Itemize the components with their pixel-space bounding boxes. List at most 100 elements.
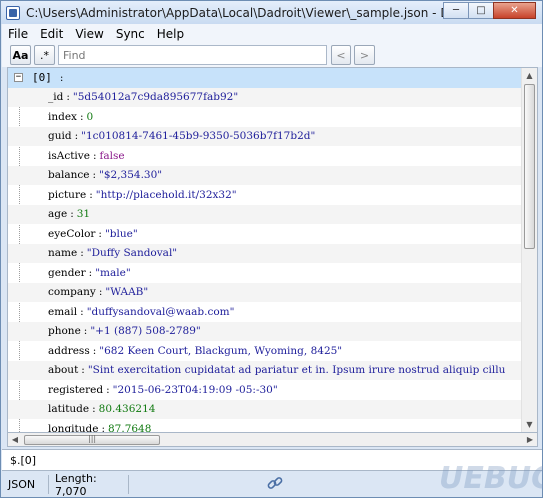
tree-row-value: "WAAB"	[105, 286, 149, 299]
tree-row-longitude[interactable]: longitude:87.7648	[8, 419, 522, 433]
collapse-icon[interactable]: −	[14, 73, 23, 83]
tree-row-value: false	[99, 149, 125, 162]
tree-row-value: "blue"	[104, 227, 138, 240]
tree-row-value: "1c010814-7461-45b9-9350-5036b7f17b2d"	[81, 130, 316, 143]
tree-row-key: isActive	[48, 149, 90, 162]
find-previous-button[interactable]: <	[331, 45, 351, 65]
tree-row-address[interactable]: address: "682 Keen Court, Blackgum, Wyomi…	[8, 341, 522, 361]
link-icon[interactable]	[267, 475, 283, 491]
grip-icon: |||	[88, 434, 97, 443]
maximize-icon: □	[476, 5, 486, 16]
tree-row-separator: :	[92, 149, 97, 162]
tree-row-registered[interactable]: registered: "2015-06-23T04:19:09 -05:-30"	[8, 380, 522, 400]
tree-row-value: "Sint exercitation cupidatat ad pariatur…	[87, 364, 506, 377]
tree-row-key: _id	[48, 91, 64, 104]
menu-edit[interactable]: Edit	[34, 27, 69, 41]
tree-row-value: 80.436214	[98, 403, 156, 416]
tree-row-key: guid	[48, 130, 72, 143]
minimize-button[interactable]: ─	[443, 2, 469, 19]
tree-row-separator: :	[92, 169, 97, 182]
tree-row-key: latitude	[48, 403, 90, 416]
find-input[interactable]	[58, 45, 327, 65]
tree-row-index[interactable]: index:0	[8, 107, 522, 127]
tree-row-key: index	[48, 110, 77, 123]
tree-row-key: longitude	[48, 422, 99, 433]
tree-row-separator: :	[106, 383, 110, 396]
tree-row-key: gender	[48, 266, 86, 279]
tree-row-separator: :	[98, 286, 103, 299]
watermark-logo: UEBUG	[439, 461, 543, 496]
tree-row-separator: :	[92, 403, 96, 416]
menu-file[interactable]: File	[2, 27, 34, 41]
tree-row-latitude[interactable]: latitude:80.436214	[8, 399, 522, 419]
app-icon	[6, 5, 20, 20]
tree-row-about[interactable]: about: "Sint exercitation cupidatat ad pa…	[8, 360, 522, 380]
horizontal-scrollbar[interactable]: ◀ ||| ▶	[7, 433, 538, 447]
tree-row-separator: :	[70, 208, 74, 221]
tree-row-value: 0	[86, 110, 94, 123]
tree-row-separator: :	[81, 364, 85, 377]
tree-row-age[interactable]: age:31	[8, 204, 522, 224]
tree-row-key: about	[48, 364, 79, 377]
tree-row-key: registered	[48, 383, 104, 396]
scroll-up-icon[interactable]: ▲	[522, 68, 537, 83]
match-case-button[interactable]: Aa	[10, 45, 31, 65]
tree-row-separator: :	[80, 305, 84, 318]
vertical-scroll-thumb[interactable]	[524, 84, 535, 249]
json-path-text: $.[0]	[10, 453, 37, 467]
window-controls: ─ □ ✕	[443, 2, 536, 19]
vertical-scrollbar[interactable]: ▲ ▼	[521, 68, 537, 432]
tree-row-balance[interactable]: balance: "$2,354.30"	[8, 165, 522, 185]
find-next-button[interactable]: >	[354, 45, 375, 65]
tree-row-id[interactable]: _id: "5d54012a7c9da895677fab92"	[8, 87, 522, 107]
menu-view[interactable]: View	[69, 27, 109, 41]
maximize-button[interactable]: □	[468, 2, 494, 19]
tree-row-separator: :	[80, 247, 84, 260]
tree-row-value: "$2,354.30"	[99, 169, 163, 182]
tree-row-isActive[interactable]: isActive: false	[8, 146, 522, 166]
regex-button[interactable]: .*	[34, 45, 55, 65]
tree-row-key: picture	[48, 188, 87, 201]
json-tree-view[interactable]: − [0] : _id: "5d54012a7c9da895677fab92" in…	[7, 67, 538, 433]
tree-row-key: email	[48, 305, 78, 318]
tree-row-value: "2015-06-23T04:19:09 -05:-30"	[112, 383, 278, 396]
menu-bar: File Edit View Sync Help	[2, 24, 542, 44]
menu-sync[interactable]: Sync	[110, 27, 151, 41]
tree-row-value: "Duffy Sandoval"	[86, 247, 178, 260]
tree-row-value: 31	[76, 208, 91, 221]
scroll-right-icon[interactable]: ▶	[523, 433, 537, 446]
tree-row-company[interactable]: company: "WAAB"	[8, 282, 522, 302]
find-toolbar: Aa .* < >	[2, 44, 542, 67]
scroll-down-icon[interactable]: ▼	[522, 417, 537, 432]
tree-row-value: "+1 (887) 508-2789"	[90, 325, 201, 338]
tree-row-eyeColor[interactable]: eyeColor: "blue"	[8, 224, 522, 244]
tree-row-separator: :	[74, 130, 79, 143]
tree-row-key: name	[48, 247, 78, 260]
tree-row-separator: :	[79, 110, 84, 123]
tree-root-key: [0]	[32, 71, 52, 85]
menu-help[interactable]: Help	[151, 27, 190, 41]
close-button[interactable]: ✕	[493, 2, 536, 19]
minimize-icon: ─	[452, 5, 460, 16]
tree-row-key: phone	[48, 325, 81, 338]
app-window: C:\Users\Administrator\AppData\Local\Dad…	[0, 0, 543, 498]
title-bar[interactable]: C:\Users\Administrator\AppData\Local\Dad…	[1, 1, 542, 24]
close-icon: ✕	[510, 5, 519, 16]
horizontal-scroll-thumb[interactable]: |||	[24, 434, 160, 445]
tree-row-separator: :	[101, 422, 105, 433]
tree-row-email[interactable]: email: "duffysandoval@waab.com"	[8, 302, 522, 322]
window-title: C:\Users\Administrator\AppData\Local\Dad…	[26, 5, 446, 20]
tree-root-row[interactable]: − [0] :	[8, 68, 522, 88]
tree-row-key: address	[48, 344, 90, 357]
tree-row-separator: :	[98, 227, 102, 240]
tree-row-name[interactable]: name: "Duffy Sandoval"	[8, 243, 522, 263]
scroll-left-icon[interactable]: ◀	[8, 433, 22, 446]
tree-row-value: "male"	[95, 266, 131, 279]
tree-row-phone[interactable]: phone: "+1 (887) 508-2789"	[8, 321, 522, 341]
tree-row-separator: :	[66, 91, 70, 104]
tree-row-value: "duffysandoval@waab.com"	[86, 305, 235, 318]
status-format: JSON	[2, 475, 49, 494]
tree-row-gender[interactable]: gender: "male"	[8, 263, 522, 283]
tree-row-guid[interactable]: guid: "1c010814-7461-45b9-9350-5036b7f17b…	[8, 126, 522, 146]
tree-row-picture[interactable]: picture: "http://placehold.it/32x32"	[8, 185, 522, 205]
